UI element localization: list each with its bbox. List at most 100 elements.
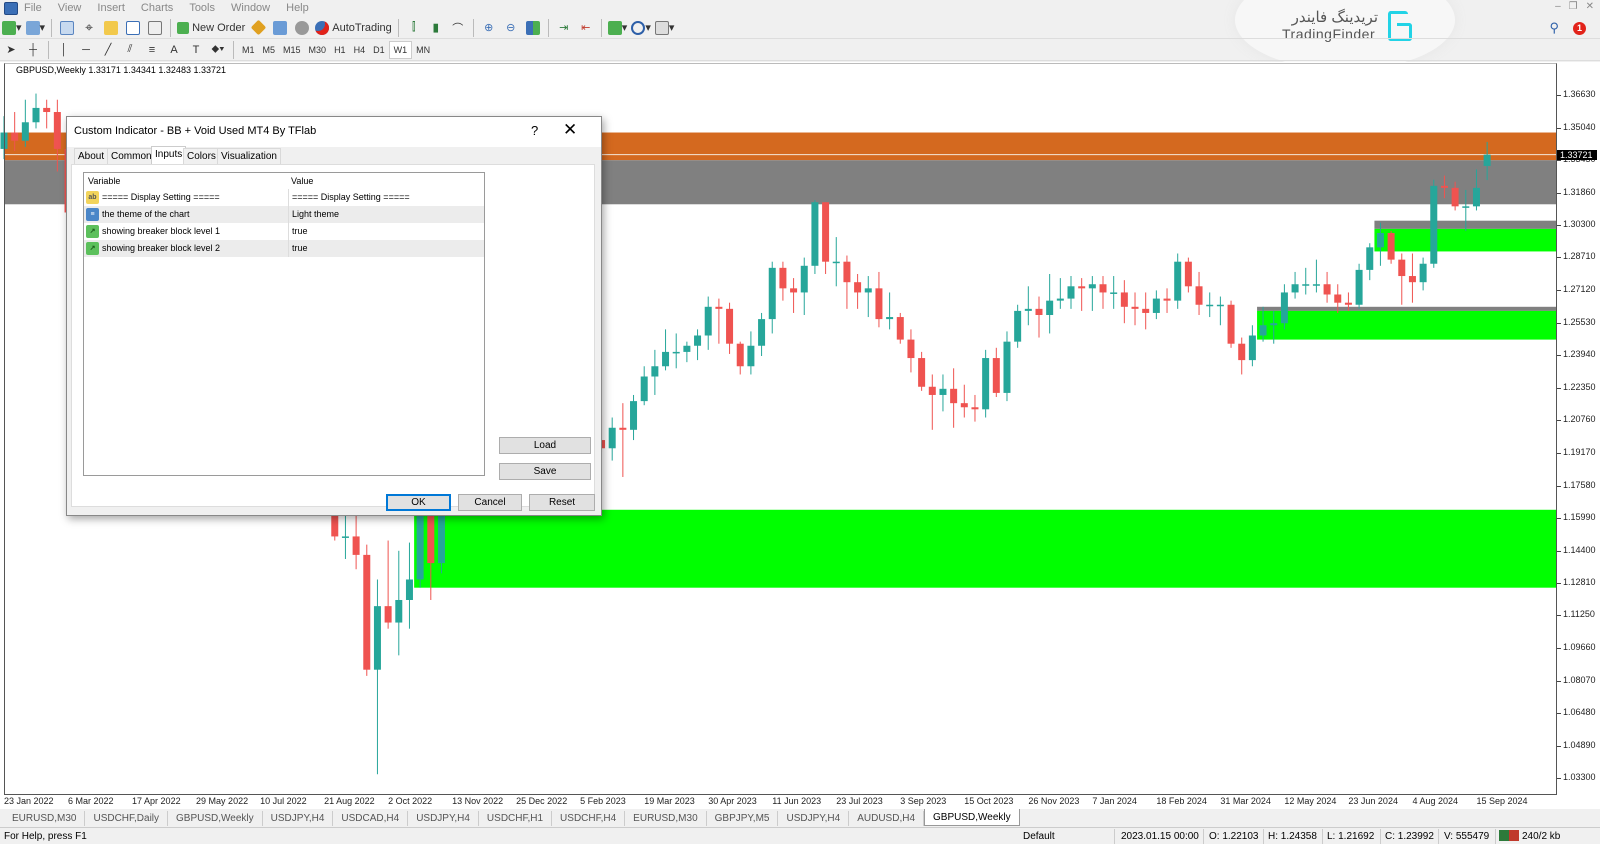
profiles-button[interactable]: ▾ — [25, 19, 45, 37]
table-row[interactable]: ab ===== Display Setting ===== ===== Dis… — [84, 189, 484, 206]
tab-inputs[interactable]: Inputs — [151, 146, 187, 165]
tile-windows-button[interactable] — [524, 19, 542, 37]
new-chart-icon — [2, 20, 16, 35]
menu-help[interactable]: Help — [286, 2, 309, 14]
arrows-button[interactable]: ⬥▾ — [209, 41, 227, 59]
timeframe-h1[interactable]: H1 — [330, 41, 350, 59]
chart-tab[interactable]: GBPUSD,Weekly — [168, 811, 263, 826]
restore-icon[interactable]: ❐ — [1569, 1, 1578, 12]
metaeditor-button[interactable] — [249, 19, 267, 37]
chart-tab[interactable]: GBPUSD,Weekly — [924, 809, 1020, 826]
bar-chart-button[interactable]: ⫿ — [405, 19, 423, 37]
line-chart-button[interactable]: ⌒ — [449, 19, 467, 37]
new-order-button[interactable]: New Order — [177, 19, 245, 37]
inputs-table[interactable]: Variable Value ab ===== Display Setting … — [83, 172, 485, 476]
chart-tab[interactable]: GBPJPY,M5 — [706, 811, 779, 826]
help-button[interactable]: ? — [531, 123, 538, 138]
chart-tab[interactable]: USDCHF,Daily — [85, 811, 169, 826]
variable-value[interactable]: Light theme — [288, 206, 339, 223]
price-tick — [1557, 713, 1561, 715]
table-row[interactable]: ↗ showing breaker block level 1 true — [84, 223, 484, 240]
horizontal-line-button[interactable]: ─ — [77, 41, 95, 59]
close-window-icon[interactable]: ✕ — [1586, 1, 1594, 12]
zoom-in-button[interactable]: ⊕ — [480, 19, 498, 37]
cancel-button[interactable]: Cancel — [458, 494, 522, 511]
vertical-line-button[interactable]: │ — [55, 41, 73, 59]
timeframe-mn[interactable]: MN — [412, 41, 434, 59]
terminal-button[interactable] — [124, 19, 142, 37]
date-tick-label: 12 May 2024 — [1284, 796, 1337, 806]
variable-value[interactable]: true — [288, 240, 308, 257]
chart-tab[interactable]: AUDUSD,H4 — [849, 811, 925, 826]
tab-colors[interactable]: Colors — [183, 148, 220, 164]
menu-insert[interactable]: Insert — [97, 2, 125, 14]
dialog-titlebar[interactable]: Custom Indicator - BB + Void Used MT4 By… — [67, 117, 601, 147]
menu-file[interactable]: File — [24, 2, 42, 14]
app-icon — [4, 1, 18, 15]
chart-tab[interactable]: USDCHF,H4 — [552, 811, 626, 826]
text-button[interactable]: A — [165, 41, 183, 59]
timeframe-m1[interactable]: M1 — [238, 41, 259, 59]
fibonacci-button[interactable]: ≡ — [143, 41, 161, 59]
chart-tab[interactable]: USDCAD,H4 — [333, 811, 409, 826]
periods-button[interactable]: ▾ — [631, 19, 651, 37]
data-window-button[interactable]: ⌖ — [80, 19, 98, 37]
indicators-button[interactable]: ▾ — [607, 19, 627, 37]
timeframe-m5[interactable]: M5 — [259, 41, 280, 59]
menu-tools[interactable]: Tools — [189, 2, 215, 14]
market-watch-button[interactable] — [58, 19, 76, 37]
chart-tab[interactable]: EURUSD,M30 — [625, 811, 707, 826]
price-tick — [1557, 192, 1561, 194]
reset-button[interactable]: Reset — [529, 494, 595, 511]
signals-button[interactable] — [293, 19, 311, 37]
timeframe-w1[interactable]: W1 — [388, 40, 413, 59]
chart-tab[interactable]: USDJPY,H4 — [408, 811, 479, 826]
save-button[interactable]: Save — [499, 463, 591, 480]
templates-button[interactable]: ▾ — [654, 19, 674, 37]
menu-view[interactable]: View — [58, 2, 82, 14]
tab-about[interactable]: About — [74, 148, 109, 164]
minimize-icon[interactable]: – — [1555, 1, 1561, 12]
timeframe-m15[interactable]: M15 — [279, 41, 305, 59]
menu-window[interactable]: Window — [231, 2, 270, 14]
date-tick-label: 3 Sep 2023 — [900, 796, 947, 806]
navigator-button[interactable] — [102, 19, 120, 37]
chart-tab[interactable]: USDCHF,H1 — [478, 811, 553, 826]
cursor-button[interactable]: ➤ — [2, 41, 20, 59]
community-button[interactable] — [271, 19, 289, 37]
timeframe-m30[interactable]: M30 — [305, 41, 331, 59]
chart-tab[interactable]: USDJPY,H4 — [778, 811, 850, 826]
variable-name: ===== Display Setting ===== — [102, 192, 220, 202]
crosshair-button[interactable]: ┼ — [24, 41, 42, 59]
new-chart-button[interactable]: ▾ — [2, 19, 22, 37]
timeframe-h4[interactable]: H4 — [350, 41, 370, 59]
equidistant-channel-button[interactable]: ⫽ — [121, 41, 139, 59]
autoscroll-button[interactable]: ⇤ — [577, 19, 595, 37]
table-row[interactable]: ≡ the theme of the chart Light theme — [84, 206, 484, 223]
variable-value[interactable]: ===== Display Setting ===== — [288, 189, 410, 206]
date-tick-label: 23 Jul 2023 — [836, 796, 883, 806]
tab-visualization[interactable]: Visualization — [217, 148, 281, 164]
navigator-folder-icon — [104, 20, 119, 35]
chart-tab[interactable]: USDJPY,H4 — [262, 811, 334, 826]
tab-common[interactable]: Common — [107, 148, 156, 164]
status-profile: Default — [1023, 831, 1055, 842]
table-row[interactable]: ↗ showing breaker block level 2 true — [84, 240, 484, 257]
menu-charts[interactable]: Charts — [141, 2, 173, 14]
candlestick-button[interactable]: ▮ — [427, 19, 445, 37]
close-icon[interactable]: ✕ — [563, 120, 577, 140]
variable-value[interactable]: true — [288, 223, 308, 240]
autotrading-button[interactable]: AutoTrading — [315, 19, 392, 37]
strategy-tester-button[interactable] — [146, 19, 164, 37]
chart-tab[interactable]: EURUSD,M30 — [4, 811, 86, 826]
text-label-button[interactable]: T — [187, 41, 205, 59]
trendline-button[interactable]: ╱ — [99, 41, 117, 59]
load-button[interactable]: Load — [499, 437, 591, 454]
ok-button[interactable]: OK — [386, 494, 451, 511]
notification-badge[interactable]: 1 — [1573, 21, 1586, 35]
zoom-out-button[interactable]: ⊖ — [502, 19, 520, 37]
price-tick-label: 1.30300 — [1563, 218, 1596, 229]
chart-shift-button[interactable]: ⇥ — [555, 19, 573, 37]
search-icon[interactable]: ⚲ — [1549, 20, 1559, 36]
timeframe-d1[interactable]: D1 — [369, 41, 389, 59]
